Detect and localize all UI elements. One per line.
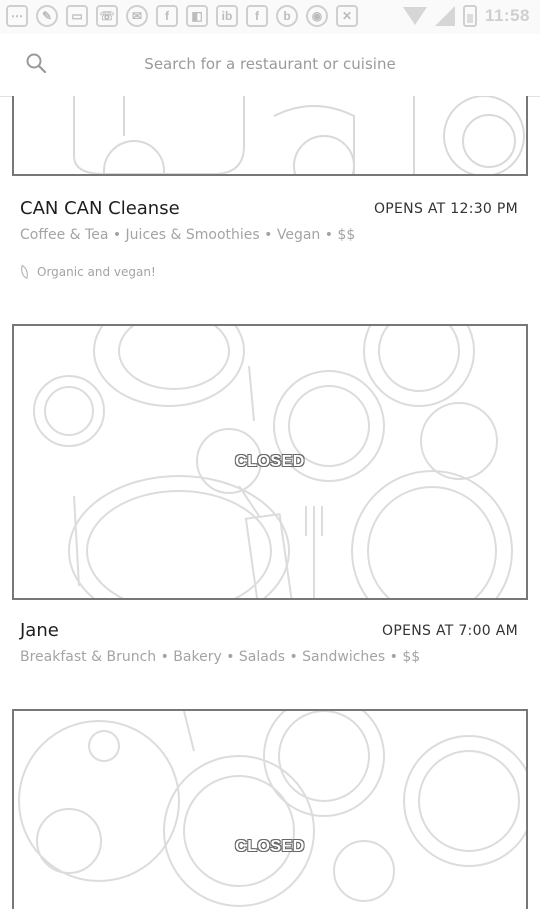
b-icon: b xyxy=(276,5,298,27)
closed-label: CLOSED xyxy=(235,838,305,855)
restaurant-tags: Coffee & Tea • Juices & Smoothies • Vega… xyxy=(20,227,356,243)
media-icon: ◉ xyxy=(306,5,328,27)
tool-icon: ✕ xyxy=(336,5,358,27)
facebook-icon: f xyxy=(156,5,178,27)
restaurant-image[interactable] xyxy=(12,96,528,176)
restaurant-note-text: Organic and vegan! xyxy=(37,265,156,279)
status-bar: ⋯ ✎ ▭ ☏ ✉ f ◧ ib f b ◉ ✕ 11:58 xyxy=(0,0,540,35)
search-icon[interactable] xyxy=(25,52,47,74)
restaurant-image[interactable]: CLOSED xyxy=(12,324,528,600)
restaurant-note: Organic and vegan! xyxy=(18,265,156,279)
restaurant-tags: Breakfast & Brunch • Bakery • Salads • S… xyxy=(20,649,421,665)
message-icon: ▭ xyxy=(66,5,88,27)
food-illustration xyxy=(18,711,526,907)
app-icon: ◧ xyxy=(186,5,208,27)
system-icons: 11:58 xyxy=(402,5,530,27)
restaurant-hours: OPENS AT 7:00 AM xyxy=(382,623,518,639)
wifi-icon xyxy=(402,7,427,25)
facebook-icon: f xyxy=(246,5,268,27)
status-time: 11:58 xyxy=(484,6,530,25)
wrench-icon: ✎ xyxy=(36,5,58,27)
phone-icon: ☏ xyxy=(96,5,118,27)
search-bar xyxy=(0,34,540,97)
restaurant-image[interactable]: CLOSED xyxy=(12,709,528,909)
search-input[interactable] xyxy=(80,46,460,82)
closed-label: CLOSED xyxy=(235,453,305,470)
restaurant-name[interactable]: Jane xyxy=(20,620,59,641)
leaf-icon xyxy=(18,265,31,279)
restaurant-name[interactable]: CAN CAN Cleanse xyxy=(20,198,180,219)
signal-icon xyxy=(434,6,455,26)
restaurant-hours: OPENS AT 12:30 PM xyxy=(373,201,518,217)
mail-icon: ✉ xyxy=(126,5,148,27)
battery-icon xyxy=(462,5,477,27)
notification-icons: ⋯ ✎ ▭ ☏ ✉ f ◧ ib f b ◉ ✕ xyxy=(6,5,358,27)
food-illustration xyxy=(73,96,525,174)
chat-icon: ⋯ xyxy=(6,5,28,27)
ib-icon: ib xyxy=(216,5,238,27)
